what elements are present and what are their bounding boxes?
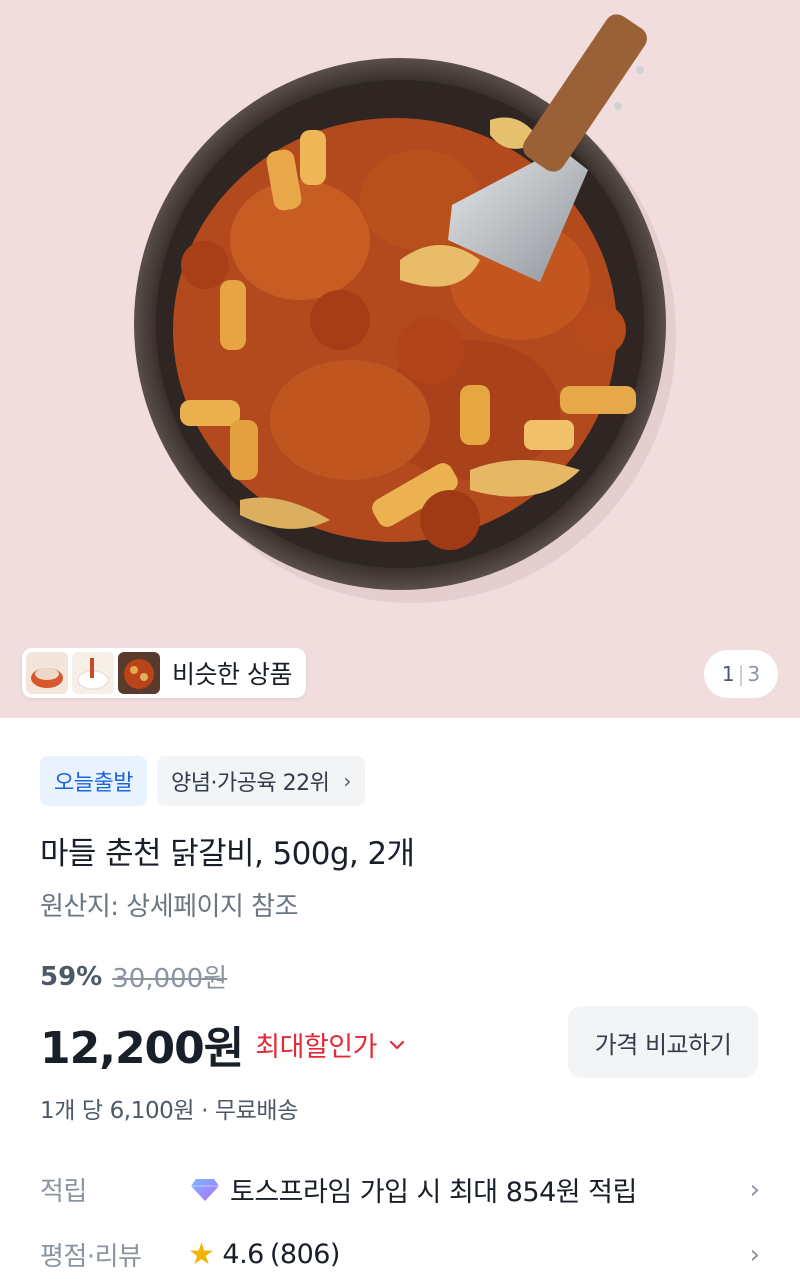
points-row[interactable]: 적립 토스프라임 가입 시 최대 854원 적립 › [40, 1170, 760, 1209]
rating-review-row[interactable]: 평점·리뷰 ★ 4.6 (806) › [40, 1236, 760, 1273]
product-badges: 오늘출발 양념·가공육 22위 › [40, 756, 365, 806]
price-compare-button[interactable]: 가격 비교하기 [568, 1006, 758, 1078]
max-discount-label: 최대할인가 [255, 1031, 377, 1063]
discount-rate: 59% [40, 961, 103, 992]
unit-price-shipping: 1개 당 6,100원 · 무료배송 [40, 1098, 298, 1124]
original-price: 30,000원 [112, 964, 228, 994]
pager-current: 1 [721, 662, 735, 686]
similar-products-label: 비슷한 상품 [172, 660, 292, 689]
points-key: 적립 [40, 1177, 87, 1207]
category-rank-badge[interactable]: 양념·가공육 22위 › [156, 756, 365, 806]
chevron-right-icon: › [343, 769, 351, 793]
chevron-right-icon: › [749, 1174, 760, 1205]
review-value: ★ 4.6 (806) [188, 1237, 750, 1272]
product-image-carousel[interactable]: 비슷한 상품 1 | 3 [0, 0, 800, 718]
rating-value: 4.6 [222, 1239, 264, 1270]
discount-row: 59% 30,000원 [40, 958, 227, 995]
similar-thumbnail-image [26, 652, 68, 694]
similar-thumbnail-1 [26, 652, 68, 694]
sale-price: 12,200원 [40, 1023, 244, 1074]
product-origin: 원산지: 상세페이지 참조 [40, 892, 299, 922]
today-shipping-badge: 오늘출발 [40, 756, 147, 806]
star-icon: ★ [188, 1237, 215, 1272]
pager-separator: | [737, 662, 745, 686]
category-rank-label: 양념·가공육 22위 [170, 771, 330, 796]
price-compare-label: 가격 비교하기 [594, 1030, 732, 1059]
product-title: 마들 춘천 닭갈비, 500g, 2개 [40, 836, 415, 872]
max-discount-toggle[interactable]: 최대할인가 [255, 1025, 405, 1064]
similar-thumbnail-image [72, 652, 114, 694]
today-shipping-label: 오늘출발 [54, 771, 133, 796]
image-pager: 1 | 3 [704, 650, 778, 698]
chevron-right-icon: › [749, 1239, 760, 1270]
pager-total: 3 [747, 662, 761, 686]
similar-thumbnail-2 [72, 652, 114, 694]
chevron-down-icon [389, 1034, 405, 1055]
toss-prime-gem-icon [191, 1178, 219, 1201]
review-key: 평점·리뷰 [40, 1242, 142, 1272]
points-text: 토스프라임 가입 시 최대 854원 적립 [230, 1177, 637, 1208]
review-count: (806) [269, 1239, 341, 1270]
chevron-down-glyph [389, 1040, 405, 1049]
similar-thumbnail-image [118, 652, 160, 694]
dakgalbi-pan-photo [134, 14, 676, 603]
price-row: 12,200원 최대할인가 [40, 1012, 405, 1076]
similar-thumbnail-3 [118, 652, 160, 694]
similar-products-button[interactable]: 비슷한 상품 [22, 648, 306, 698]
points-value: 토스프라임 가입 시 최대 854원 적립 [188, 1170, 750, 1209]
